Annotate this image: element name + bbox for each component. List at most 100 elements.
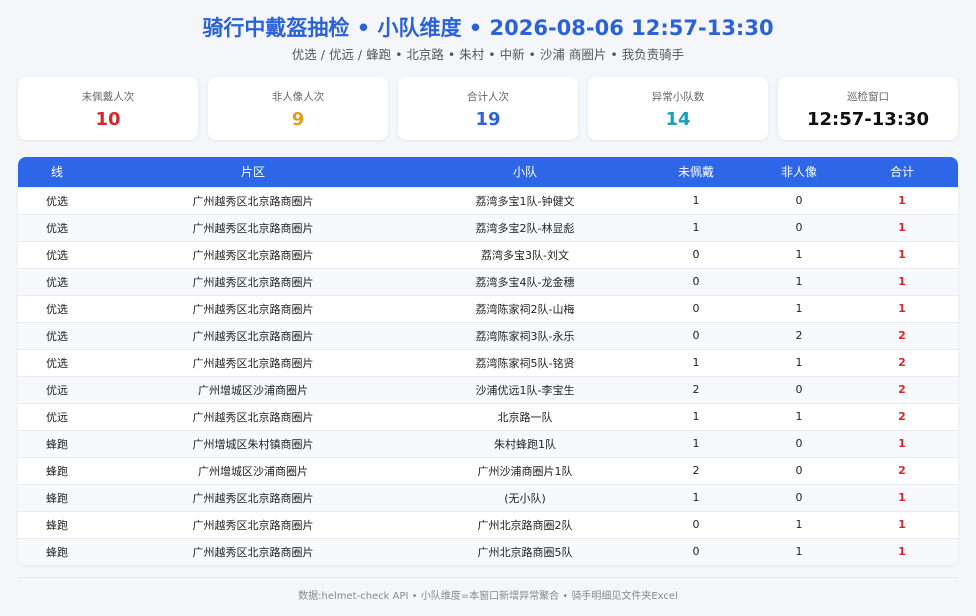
cell-non-portrait: 1: [752, 294, 846, 322]
table-row: 优选 广州越秀区北京路商圈片 荔湾陈家祠3队-永乐 0 2 2: [18, 321, 958, 349]
cell-unhelmeted: 2: [640, 375, 752, 403]
cell-area: 广州越秀区北京路商圈片: [96, 294, 410, 322]
cell-team: 广州北京路商圈5队: [410, 537, 640, 565]
cell-unhelmeted: 0: [640, 294, 752, 322]
cell-non-portrait: 1: [752, 537, 846, 565]
card-label: 未佩戴人次: [81, 91, 135, 103]
cell-unhelmeted: 1: [640, 213, 752, 241]
cell-area: 广州越秀区北京路商圈片: [96, 510, 410, 538]
cell-team: 荔湾陈家祠5队-铭贤: [410, 348, 640, 376]
cell-unhelmeted: 1: [640, 429, 752, 457]
cell-total: 2: [846, 456, 958, 484]
cell-area: 广州越秀区北京路商圈片: [96, 348, 410, 376]
cell-line: 优选: [18, 240, 96, 268]
cell-total: 1: [846, 213, 958, 241]
card-value: 9: [291, 109, 305, 130]
table-body: 优选 广州越秀区北京路商圈片 荔湾多宝1队-钟健文 1 0 1 优选 广州越秀区北京路商圈片荔…: [18, 186, 958, 565]
team-table-container: 线 片区 小队 未佩戴 非人像 合计 优选 广州越秀区北京路商圈片 荔湾多宝1队-钟…: [18, 157, 958, 565]
cell-line: 优远: [18, 402, 96, 430]
card-label: 非人像人次: [271, 91, 325, 103]
cell-unhelmeted: 1: [640, 402, 752, 430]
column-header-total: 合计: [889, 165, 914, 180]
cell-team: 广州北京路商圈2队: [410, 510, 640, 538]
cell-area: 广州增城区朱村镇商圈片: [96, 429, 410, 457]
cell-unhelmeted: 0: [640, 240, 752, 268]
column-header-unhelmeted: 未佩戴: [677, 165, 714, 180]
table-row: 优选 广州越秀区北京路商圈片 荔湾陈家祠2队-山梅 0 1 1: [18, 294, 958, 322]
cell-line: 优选: [18, 186, 96, 214]
cell-total: 1: [846, 429, 958, 457]
table-row: 优选 广州越秀区北京路商圈片 荔湾陈家祠5队-铭贤 1 1 2: [18, 348, 958, 376]
cell-unhelmeted: 0: [640, 537, 752, 565]
cell-team: 荔湾陈家祠2队-山梅: [410, 294, 640, 322]
cell-team: 荔湾多宝2队-林显彪: [410, 213, 640, 241]
cell-line: 优选: [18, 213, 96, 241]
cell-non-portrait: 0: [752, 456, 846, 484]
report-page: 骑行中戴盔抽检 • 小队维度 • 2026-08-06 12:57-13:30 …: [0, 0, 976, 616]
cell-area: 广州越秀区北京路商圈片: [96, 267, 410, 295]
cell-total: 2: [846, 375, 958, 403]
cell-team: 荔湾多宝3队-刘文: [410, 240, 640, 268]
cell-unhelmeted: 2: [640, 456, 752, 484]
column-header-area: 片区: [240, 165, 265, 180]
cell-line: 优远: [18, 375, 96, 403]
table-row: 优远 广州越秀区北京路商圈片 北京路一队 1 1 2: [18, 402, 958, 430]
cell-non-portrait: 0: [752, 429, 846, 457]
cell-area: 广州越秀区北京路商圈片: [96, 321, 410, 349]
cell-total: 1: [846, 294, 958, 322]
cell-team: 荔湾多宝1队-钟健文: [410, 186, 640, 214]
column-header-team: 小队: [512, 165, 537, 180]
card-abnormal-teams: 异常小队数 14: [588, 77, 768, 140]
column-header-non-portrait: 非人像: [780, 165, 817, 180]
table-row: 优选 广州越秀区北京路商圈片 荔湾多宝3队-刘文 0 1 1: [18, 240, 958, 268]
cell-total: 2: [846, 348, 958, 376]
cell-non-portrait: 2: [752, 321, 846, 349]
cell-unhelmeted: 0: [640, 510, 752, 538]
cell-area: 广州越秀区北京路商圈片: [96, 240, 410, 268]
card-total: 合计人次 19: [398, 77, 578, 140]
footer-divider: [18, 577, 958, 578]
cell-line: 蜂跑: [18, 483, 96, 511]
cell-area: 广州越秀区北京路商圈片: [96, 213, 410, 241]
team-table: 线 片区 小队 未佩戴 非人像 合计 优选 广州越秀区北京路商圈片 荔湾多宝1队-钟…: [18, 157, 958, 565]
cell-line: 优选: [18, 267, 96, 295]
cell-unhelmeted: 0: [640, 267, 752, 295]
cell-non-portrait: 0: [752, 186, 846, 214]
table-header-row: 线 片区 小队 未佩戴 非人像 合计: [18, 157, 958, 187]
table-row: 优选 广州越秀区北京路商圈片 荔湾多宝4队-龙金穗 0 1 1: [18, 267, 958, 295]
cell-total: 1: [846, 267, 958, 295]
cell-line: 优选: [18, 348, 96, 376]
cell-total: 1: [846, 240, 958, 268]
card-label: 合计人次: [467, 91, 509, 103]
table-row: 优选 广州越秀区北京路商圈片 荔湾多宝2队-林显彪 1 0 1: [18, 213, 958, 241]
card-unhelmeted: 未佩戴人次 10: [18, 77, 198, 140]
cell-non-portrait: 0: [752, 213, 846, 241]
cell-non-portrait: 1: [752, 348, 846, 376]
cell-non-portrait: 1: [752, 510, 846, 538]
cell-total: 1: [846, 537, 958, 565]
cell-non-portrait: 1: [752, 402, 846, 430]
cell-line: 蜂跑: [18, 537, 96, 565]
page-subtitle: 优选 / 优远 / 蜂跑 • 北京路 • 朱村 • 中新 • 沙浦 商圈片 • …: [291, 47, 685, 62]
cell-unhelmeted: 1: [640, 483, 752, 511]
cell-line: 蜂跑: [18, 456, 96, 484]
table-row: 蜂跑 广州越秀区北京路商圈片 广州北京路商圈2队 0 1 1: [18, 510, 958, 538]
cell-area: 广州增城区沙浦商圈片: [96, 375, 410, 403]
cell-area: 广州增城区沙浦商圈片: [96, 456, 410, 484]
page-title: 骑行中戴盔抽检 • 小队维度 • 2026-08-06 12:57-13:30: [202, 16, 774, 40]
card-label: 巡检窗口: [847, 91, 889, 103]
table-row: 蜂跑 广州越秀区北京路商圈片 (无小队) 1 0 1: [18, 483, 958, 511]
cell-team: 北京路一队: [410, 402, 640, 430]
cell-line: 优选: [18, 321, 96, 349]
cell-unhelmeted: 1: [640, 186, 752, 214]
table-row: 蜂跑 广州增城区朱村镇商圈片 朱村蜂跑1队 1 0 1: [18, 429, 958, 457]
cell-non-portrait: 1: [752, 240, 846, 268]
cell-line: 蜂跑: [18, 429, 96, 457]
table-row: 优远 广州增城区沙浦商圈片 沙浦优远1队-李宝生 2 0 2: [18, 375, 958, 403]
cell-team: 广州沙浦商圈片1队: [410, 456, 640, 484]
cell-team: 荔湾多宝4队-龙金穗: [410, 267, 640, 295]
cell-area: 广州越秀区北京路商圈片: [96, 483, 410, 511]
cell-team: 朱村蜂跑1队: [410, 429, 640, 457]
cell-total: 2: [846, 402, 958, 430]
cell-non-portrait: 0: [752, 483, 846, 511]
